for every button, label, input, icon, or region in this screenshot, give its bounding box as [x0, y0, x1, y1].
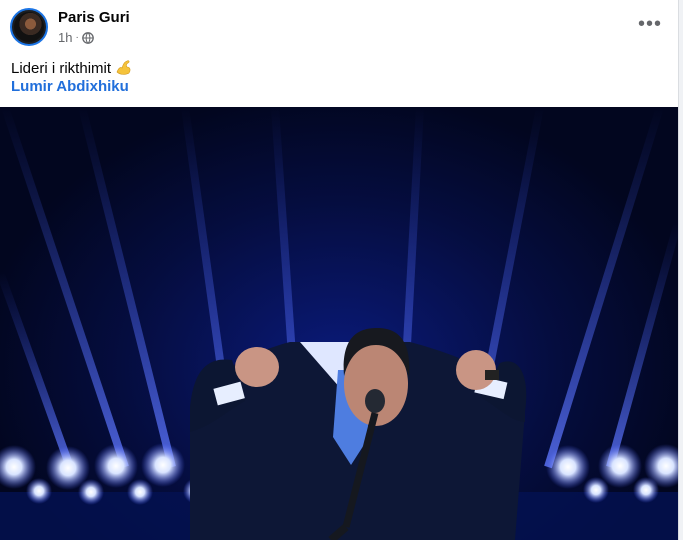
author-name[interactable]: Paris Guri — [58, 9, 130, 26]
stage-photo-illustration — [0, 107, 678, 540]
post-text: Lideri i rikthimit — [11, 58, 133, 77]
post-meta: 1h · — [58, 30, 94, 45]
speaker-figure — [190, 328, 527, 540]
avatar-image — [14, 12, 44, 42]
post-message: Lideri i rikthimit — [11, 60, 112, 77]
post-time[interactable]: 1h — [58, 30, 72, 45]
facebook-post: Paris Guri 1h · ••• Lideri i rikthimit L… — [0, 0, 679, 540]
more-options-icon[interactable]: ••• — [632, 14, 668, 38]
globe-icon[interactable] — [81, 31, 94, 44]
author-avatar[interactable] — [10, 8, 48, 46]
mentioned-person-link[interactable]: Lumir Abdixhiku — [11, 78, 129, 95]
flexed-biceps-icon — [116, 60, 131, 75]
post-header: Paris Guri 1h · ••• — [0, 0, 678, 52]
post-photo[interactable] — [0, 107, 678, 540]
meta-separator: · — [75, 32, 79, 43]
